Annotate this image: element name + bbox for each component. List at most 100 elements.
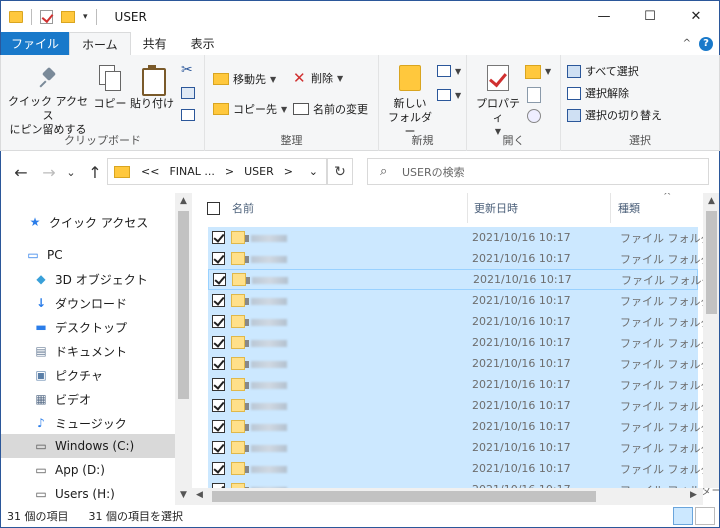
breadcrumb-separator[interactable]: >: [284, 165, 293, 178]
open-icon[interactable]: [525, 65, 541, 79]
select-all-checkbox[interactable]: [207, 201, 220, 215]
nav-item-videos[interactable]: ▦ ビデオ: [1, 387, 175, 411]
nav-pane-scrollbar[interactable]: ▲ ▼: [175, 193, 192, 505]
easy-access-icon[interactable]: [437, 89, 451, 101]
move-to-button[interactable]: 移動先 ▼: [213, 71, 276, 87]
nav-item-users-h[interactable]: ▭ Users (H:): [1, 482, 175, 506]
minimize-button[interactable]: —: [581, 1, 627, 32]
nav-item-app-d[interactable]: ▭ App (D:): [1, 458, 175, 482]
row-checkbox[interactable]: [212, 336, 225, 349]
tab-file[interactable]: ファイル: [1, 32, 70, 55]
file-list-scrollbar[interactable]: ▲: [703, 193, 719, 488]
row-checkbox[interactable]: [212, 399, 225, 412]
column-type[interactable]: 種類 ^: [611, 193, 703, 223]
rename-button[interactable]: 名前の変更: [293, 101, 368, 117]
chevron-down-icon[interactable]: ▼: [545, 67, 551, 76]
nav-item-desktop[interactable]: ▬ デスクトップ: [1, 315, 175, 339]
table-row[interactable]: 2021/10/16 10:17ファイル フォルダー: [208, 458, 719, 479]
chevron-down-icon[interactable]: ▼: [455, 67, 461, 76]
scrollbar-thumb[interactable]: [706, 211, 717, 314]
copy-to-button[interactable]: コピー先 ▼: [213, 101, 287, 117]
table-row[interactable]: 2021/10/16 10:17ファイル フォルダー: [208, 248, 719, 269]
table-row[interactable]: 2021/10/16 10:17ファイル フォルダー: [208, 332, 719, 353]
forward-icon[interactable]: →: [39, 163, 59, 182]
chevron-down-icon[interactable]: ▼: [455, 91, 461, 100]
row-checkbox[interactable]: [212, 294, 225, 307]
scroll-down-icon[interactable]: ▼: [175, 490, 192, 500]
row-checkbox[interactable]: [212, 357, 225, 370]
search-input[interactable]: ⌕ USERの検索: [367, 158, 709, 185]
nav-item-3d-objects[interactable]: ◆ 3D オブジェクト: [1, 267, 175, 291]
breadcrumb-overflow[interactable]: <<: [141, 165, 159, 178]
cut-icon[interactable]: ✂: [181, 63, 195, 77]
column-name[interactable]: 名前: [198, 193, 468, 223]
scroll-up-icon[interactable]: ▲: [703, 196, 719, 206]
table-row[interactable]: 2021/10/16 10:17ファイル フォルダー: [208, 395, 719, 416]
up-icon[interactable]: ↑: [85, 163, 105, 182]
paste-shortcut-icon[interactable]: [181, 109, 195, 121]
close-button[interactable]: ✕: [673, 1, 719, 32]
properties-quick-icon[interactable]: [40, 9, 53, 24]
tab-share[interactable]: 共有: [131, 32, 179, 55]
nav-item-windows-c[interactable]: ▭ Windows (C:): [1, 434, 175, 458]
breadcrumb-user[interactable]: USER: [244, 165, 274, 178]
table-row[interactable]: 2021/10/16 10:17ファイル フォルダー: [208, 311, 719, 332]
customize-toolbar-dropdown[interactable]: ▾: [83, 12, 88, 22]
address-dropdown-icon[interactable]: ⌄: [309, 165, 318, 178]
table-row[interactable]: 2021/10/16 10:17ファイル フォルダー: [208, 269, 719, 290]
scrollbar-thumb[interactable]: [178, 211, 189, 399]
large-icons-view-button[interactable]: [695, 507, 715, 525]
nav-item-downloads[interactable]: ↓ ダウンロード: [1, 291, 175, 315]
tab-view[interactable]: 表示: [179, 32, 227, 55]
maximize-button[interactable]: ☐: [627, 1, 673, 32]
recent-locations-icon[interactable]: ⌄: [61, 166, 81, 179]
scroll-up-icon[interactable]: ▲: [175, 196, 192, 206]
horizontal-scrollbar[interactable]: ◀ ▶: [192, 488, 703, 505]
table-row[interactable]: 2021/10/16 10:17ファイル フォルダー: [208, 416, 719, 437]
select-none-button[interactable]: 選択解除: [567, 85, 629, 101]
copy-path-icon[interactable]: [181, 87, 195, 99]
row-checkbox[interactable]: [212, 420, 225, 433]
delete-button[interactable]: ✕ 削除 ▼: [293, 69, 343, 87]
history-icon[interactable]: [527, 109, 541, 123]
row-checkbox[interactable]: [212, 378, 225, 391]
paste-button[interactable]: 貼り付け: [129, 65, 175, 111]
nav-item-quick-access[interactable]: ★ クイック アクセス: [1, 210, 175, 234]
nav-item-documents[interactable]: ▤ ドキュメント: [1, 339, 175, 363]
edit-icon[interactable]: [527, 87, 541, 103]
table-row[interactable]: 2021/10/16 10:17ファイル フォルダー: [208, 437, 719, 458]
row-checkbox[interactable]: [212, 441, 225, 454]
table-row[interactable]: 2021/10/16 10:17ファイル フォルダー: [208, 290, 719, 311]
row-checkbox[interactable]: [212, 252, 225, 265]
table-row[interactable]: 2021/10/16 10:17ファイル フォルダー: [208, 353, 719, 374]
column-modified[interactable]: 更新日時: [467, 193, 611, 223]
row-checkbox[interactable]: [212, 231, 225, 244]
copy-button[interactable]: コピー: [93, 65, 127, 111]
pin-to-quick-access-button[interactable]: クイック アクセス にピン留めする: [7, 67, 89, 137]
details-view-button[interactable]: [673, 507, 693, 525]
new-folder-quick-icon[interactable]: [61, 10, 75, 23]
properties-button[interactable]: プロパティ ▼: [471, 65, 525, 139]
nav-item-music[interactable]: ♪ ミュージック: [1, 411, 175, 435]
back-icon[interactable]: ←: [11, 163, 31, 182]
table-row[interactable]: 2021/10/16 10:17ファイル フォルダー: [208, 374, 719, 395]
table-row[interactable]: 2021/10/16 10:17ファイル フォルダー: [208, 227, 719, 248]
breadcrumb-final[interactable]: FINAL ...: [169, 165, 214, 178]
address-bar[interactable]: << FINAL ... > USER > ⌄: [107, 158, 327, 185]
refresh-button[interactable]: ↻: [327, 158, 353, 185]
row-checkbox[interactable]: [212, 462, 225, 475]
nav-item-pictures[interactable]: ▣ ピクチャ: [1, 363, 175, 387]
breadcrumb-separator[interactable]: >: [225, 165, 234, 178]
row-checkbox[interactable]: [212, 315, 225, 328]
new-folder-button[interactable]: 新しい フォルダー: [385, 65, 435, 139]
scroll-left-icon[interactable]: ◀: [196, 490, 203, 500]
invert-selection-button[interactable]: 選択の切り替え: [567, 107, 662, 123]
tab-home[interactable]: ホーム: [69, 32, 131, 55]
scroll-right-icon[interactable]: ▶: [690, 490, 697, 500]
row-checkbox[interactable]: [213, 273, 226, 286]
scrollbar-thumb[interactable]: [212, 491, 596, 502]
nav-item-pc[interactable]: ▭ PC: [1, 243, 175, 267]
help-icon[interactable]: ?: [699, 36, 713, 51]
new-item-icon[interactable]: [437, 65, 451, 77]
collapse-ribbon-icon[interactable]: ^: [683, 38, 691, 49]
